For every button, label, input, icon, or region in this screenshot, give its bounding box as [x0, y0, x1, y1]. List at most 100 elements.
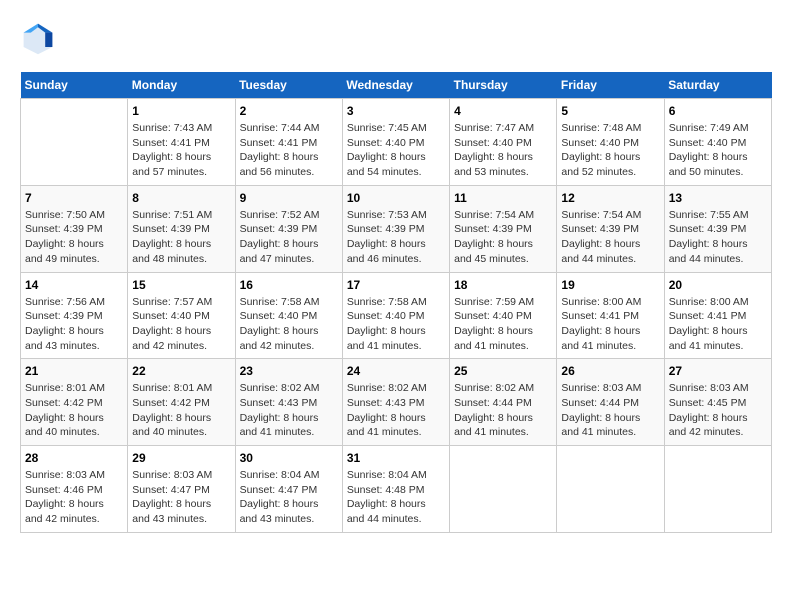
- day-number: 10: [347, 191, 445, 205]
- cell-content: Sunrise: 8:03 AMSunset: 4:46 PMDaylight:…: [25, 468, 123, 527]
- day-number: 4: [454, 104, 552, 118]
- day-number: 16: [240, 278, 338, 292]
- cell-content: Sunrise: 7:43 AMSunset: 4:41 PMDaylight:…: [132, 121, 230, 180]
- logo: [20, 20, 60, 56]
- logo-icon: [20, 20, 56, 56]
- calendar-cell: [21, 99, 128, 186]
- calendar-week-row: 21 Sunrise: 8:01 AMSunset: 4:42 PMDayligh…: [21, 359, 772, 446]
- cell-content: Sunrise: 8:03 AMSunset: 4:47 PMDaylight:…: [132, 468, 230, 527]
- calendar-cell: 16 Sunrise: 7:58 AMSunset: 4:40 PMDayligh…: [235, 272, 342, 359]
- calendar-week-row: 1 Sunrise: 7:43 AMSunset: 4:41 PMDaylight…: [21, 99, 772, 186]
- day-number: 19: [561, 278, 659, 292]
- cell-content: Sunrise: 8:01 AMSunset: 4:42 PMDaylight:…: [132, 381, 230, 440]
- cell-content: Sunrise: 7:52 AMSunset: 4:39 PMDaylight:…: [240, 208, 338, 267]
- calendar-body: 1 Sunrise: 7:43 AMSunset: 4:41 PMDaylight…: [21, 99, 772, 533]
- calendar-cell: 5 Sunrise: 7:48 AMSunset: 4:40 PMDaylight…: [557, 99, 664, 186]
- calendar-cell: [664, 446, 771, 533]
- calendar-cell: 12Sunrise: 7:54 AMSunset: 4:39 PMDayligh…: [557, 185, 664, 272]
- day-number: 23: [240, 364, 338, 378]
- day-number: 3: [347, 104, 445, 118]
- day-number: 2: [240, 104, 338, 118]
- day-number: 15: [132, 278, 230, 292]
- weekday-header: Sunday: [21, 72, 128, 99]
- day-number: 5: [561, 104, 659, 118]
- header-row: SundayMondayTuesdayWednesdayThursdayFrid…: [21, 72, 772, 99]
- calendar-cell: 26Sunrise: 8:03 AMSunset: 4:44 PMDayligh…: [557, 359, 664, 446]
- weekday-header: Wednesday: [342, 72, 449, 99]
- cell-content: Sunrise: 8:03 AMSunset: 4:44 PMDaylight:…: [561, 381, 659, 440]
- cell-content: Sunrise: 8:03 AMSunset: 4:45 PMDaylight:…: [669, 381, 767, 440]
- cell-content: Sunrise: 7:50 AMSunset: 4:39 PMDaylight:…: [25, 208, 123, 267]
- day-number: 22: [132, 364, 230, 378]
- calendar-cell: 9 Sunrise: 7:52 AMSunset: 4:39 PMDaylight…: [235, 185, 342, 272]
- calendar-cell: 14 Sunrise: 7:56 AMSunset: 4:39 PMDayligh…: [21, 272, 128, 359]
- day-number: 9: [240, 191, 338, 205]
- cell-content: Sunrise: 7:48 AMSunset: 4:40 PMDaylight:…: [561, 121, 659, 180]
- calendar-cell: 11 Sunrise: 7:54 AMSunset: 4:39 PMDayligh…: [450, 185, 557, 272]
- day-number: 7: [25, 191, 123, 205]
- weekday-header: Friday: [557, 72, 664, 99]
- calendar-cell: 23Sunrise: 8:02 AMSunset: 4:43 PMDayligh…: [235, 359, 342, 446]
- calendar-cell: 18 Sunrise: 7:59 AMSunset: 4:40 PMDayligh…: [450, 272, 557, 359]
- calendar-cell: 31Sunrise: 8:04 AMSunset: 4:48 PMDayligh…: [342, 446, 449, 533]
- calendar-cell: 25Sunrise: 8:02 AMSunset: 4:44 PMDayligh…: [450, 359, 557, 446]
- calendar-cell: 3 Sunrise: 7:45 AMSunset: 4:40 PMDaylight…: [342, 99, 449, 186]
- cell-content: Sunrise: 8:00 AMSunset: 4:41 PMDaylight:…: [669, 295, 767, 354]
- calendar-header: SundayMondayTuesdayWednesdayThursdayFrid…: [21, 72, 772, 99]
- day-number: 1: [132, 104, 230, 118]
- calendar-cell: 17Sunrise: 7:58 AMSunset: 4:40 PMDayligh…: [342, 272, 449, 359]
- day-number: 24: [347, 364, 445, 378]
- day-number: 21: [25, 364, 123, 378]
- cell-content: Sunrise: 7:57 AMSunset: 4:40 PMDaylight:…: [132, 295, 230, 354]
- cell-content: Sunrise: 7:56 AMSunset: 4:39 PMDaylight:…: [25, 295, 123, 354]
- cell-content: Sunrise: 7:59 AMSunset: 4:40 PMDaylight:…: [454, 295, 552, 354]
- day-number: 28: [25, 451, 123, 465]
- calendar-table: SundayMondayTuesdayWednesdayThursdayFrid…: [20, 72, 772, 533]
- calendar-cell: 27 Sunrise: 8:03 AMSunset: 4:45 PMDayligh…: [664, 359, 771, 446]
- day-number: 11: [454, 191, 552, 205]
- cell-content: Sunrise: 7:58 AMSunset: 4:40 PMDaylight:…: [347, 295, 445, 354]
- calendar-cell: 8 Sunrise: 7:51 AMSunset: 4:39 PMDaylight…: [128, 185, 235, 272]
- calendar-cell: 10 Sunrise: 7:53 AMSunset: 4:39 PMDayligh…: [342, 185, 449, 272]
- cell-content: Sunrise: 7:44 AMSunset: 4:41 PMDaylight:…: [240, 121, 338, 180]
- calendar-cell: 29Sunrise: 8:03 AMSunset: 4:47 PMDayligh…: [128, 446, 235, 533]
- calendar-cell: 24 Sunrise: 8:02 AMSunset: 4:43 PMDayligh…: [342, 359, 449, 446]
- day-number: 13: [669, 191, 767, 205]
- calendar-cell: 20 Sunrise: 8:00 AMSunset: 4:41 PMDayligh…: [664, 272, 771, 359]
- cell-content: Sunrise: 7:53 AMSunset: 4:39 PMDaylight:…: [347, 208, 445, 267]
- day-number: 14: [25, 278, 123, 292]
- weekday-header: Saturday: [664, 72, 771, 99]
- cell-content: Sunrise: 7:51 AMSunset: 4:39 PMDaylight:…: [132, 208, 230, 267]
- calendar-cell: 21 Sunrise: 8:01 AMSunset: 4:42 PMDayligh…: [21, 359, 128, 446]
- cell-content: Sunrise: 7:54 AMSunset: 4:39 PMDaylight:…: [561, 208, 659, 267]
- day-number: 8: [132, 191, 230, 205]
- cell-content: Sunrise: 8:04 AMSunset: 4:48 PMDaylight:…: [347, 468, 445, 527]
- calendar-cell: [450, 446, 557, 533]
- calendar-cell: 30Sunrise: 8:04 AMSunset: 4:47 PMDayligh…: [235, 446, 342, 533]
- calendar-cell: 15 Sunrise: 7:57 AMSunset: 4:40 PMDayligh…: [128, 272, 235, 359]
- cell-content: Sunrise: 7:49 AMSunset: 4:40 PMDaylight:…: [669, 121, 767, 180]
- day-number: 27: [669, 364, 767, 378]
- cell-content: Sunrise: 7:55 AMSunset: 4:39 PMDaylight:…: [669, 208, 767, 267]
- weekday-header: Monday: [128, 72, 235, 99]
- cell-content: Sunrise: 8:02 AMSunset: 4:43 PMDaylight:…: [347, 381, 445, 440]
- calendar-week-row: 14 Sunrise: 7:56 AMSunset: 4:39 PMDayligh…: [21, 272, 772, 359]
- day-number: 30: [240, 451, 338, 465]
- cell-content: Sunrise: 7:58 AMSunset: 4:40 PMDaylight:…: [240, 295, 338, 354]
- weekday-header: Thursday: [450, 72, 557, 99]
- calendar-week-row: 7 Sunrise: 7:50 AMSunset: 4:39 PMDaylight…: [21, 185, 772, 272]
- calendar-cell: 13 Sunrise: 7:55 AMSunset: 4:39 PMDayligh…: [664, 185, 771, 272]
- calendar-cell: 7 Sunrise: 7:50 AMSunset: 4:39 PMDaylight…: [21, 185, 128, 272]
- calendar-cell: 22 Sunrise: 8:01 AMSunset: 4:42 PMDayligh…: [128, 359, 235, 446]
- day-number: 6: [669, 104, 767, 118]
- calendar-cell: [557, 446, 664, 533]
- cell-content: Sunrise: 8:01 AMSunset: 4:42 PMDaylight:…: [25, 381, 123, 440]
- calendar-cell: 4Sunrise: 7:47 AMSunset: 4:40 PMDaylight…: [450, 99, 557, 186]
- cell-content: Sunrise: 7:54 AMSunset: 4:39 PMDaylight:…: [454, 208, 552, 267]
- day-number: 25: [454, 364, 552, 378]
- cell-content: Sunrise: 7:45 AMSunset: 4:40 PMDaylight:…: [347, 121, 445, 180]
- calendar-week-row: 28 Sunrise: 8:03 AMSunset: 4:46 PMDayligh…: [21, 446, 772, 533]
- day-number: 20: [669, 278, 767, 292]
- day-number: 18: [454, 278, 552, 292]
- page-header: [20, 20, 772, 56]
